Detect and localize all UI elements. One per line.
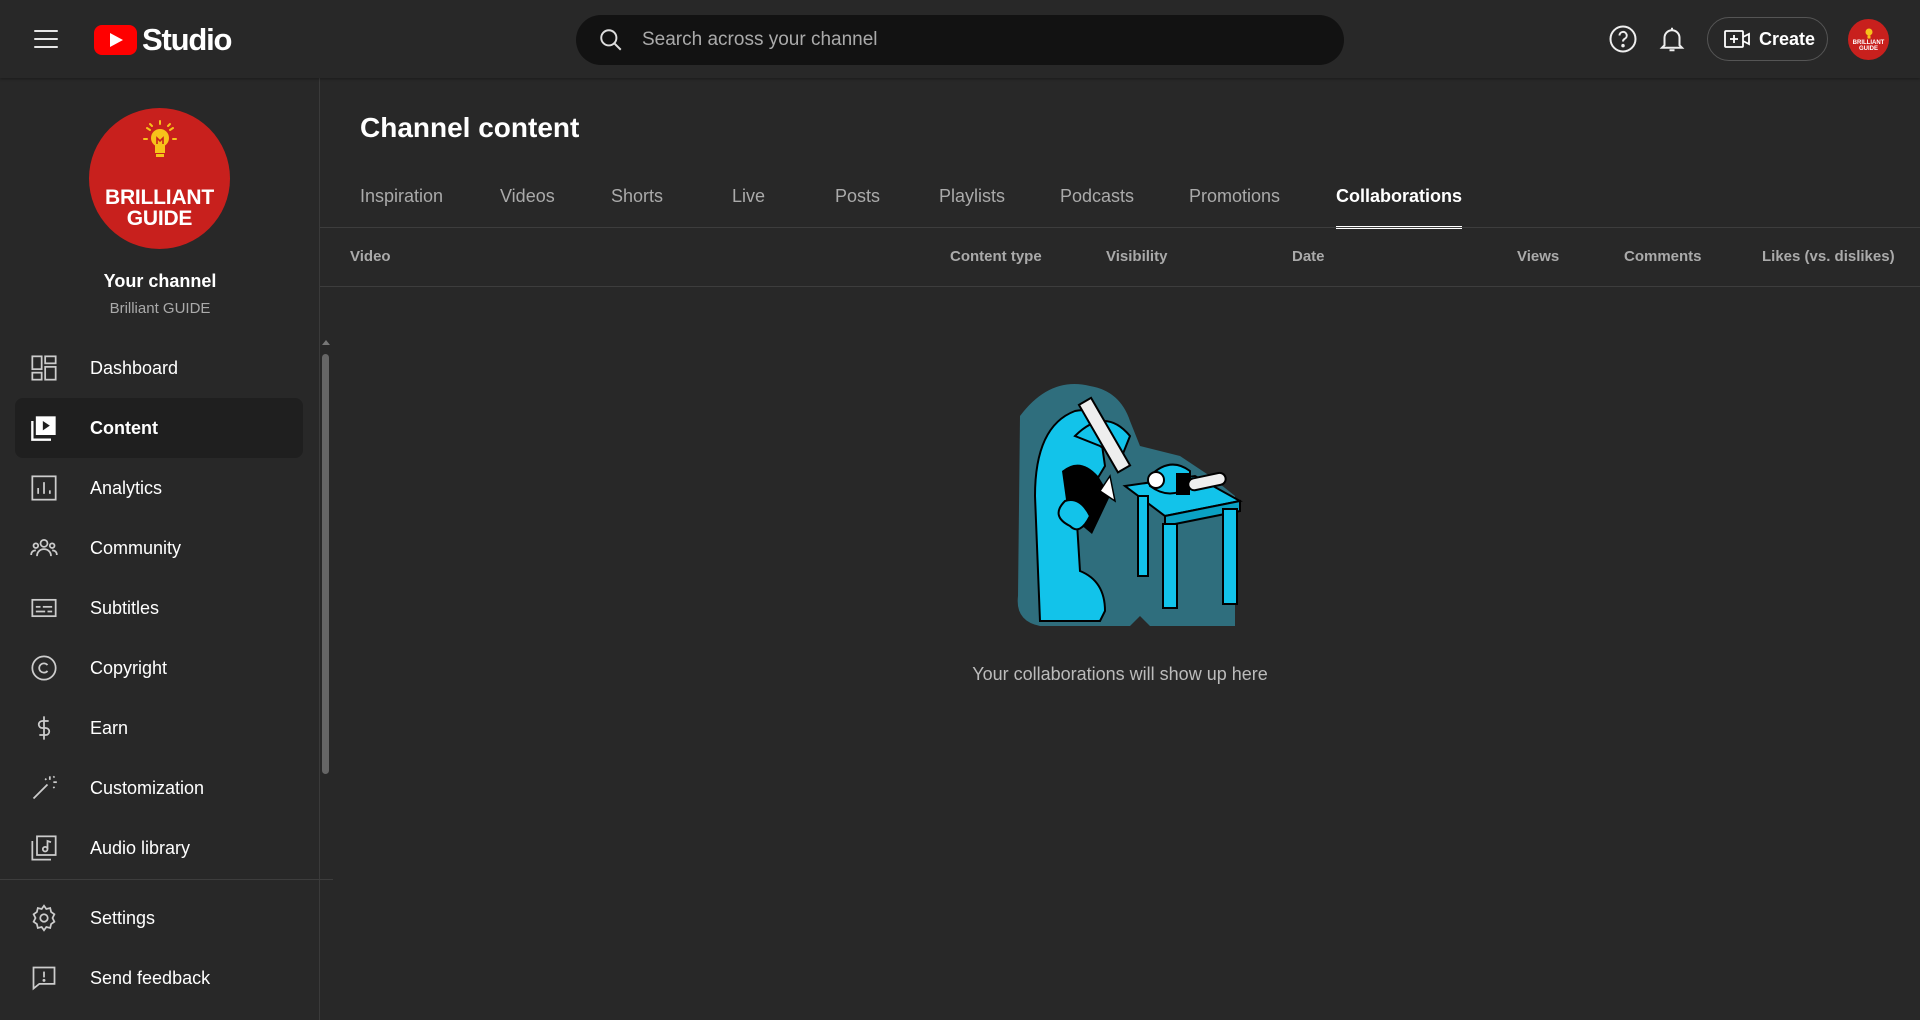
sidebar-item-label: Community [90,537,182,558]
main-content: Channel content Inspiration Videos Short… [320,78,1920,1020]
sidebar-item-label: Audio library [90,837,191,858]
sidebar-item-audio-library[interactable]: Audio library [15,818,303,878]
sidebar-item-customization[interactable]: Customization [15,758,303,818]
sidebar-item-label: Content [90,417,158,438]
tab-live[interactable]: Live [732,186,765,228]
notifications-icon[interactable] [1657,24,1687,54]
sidebar-item-send-feedback[interactable]: Send feedback [15,948,303,1008]
column-header-content-type[interactable]: Content type [950,248,1042,265]
audio-library-icon [31,835,57,861]
column-header-comments[interactable]: Comments [1624,248,1702,265]
settings-icon [32,904,56,932]
empty-state-message: Your collaborations will show up here [972,664,1268,684]
empty-state-illustration [1017,384,1243,626]
column-header-video: Video [350,248,391,265]
menu-icon[interactable] [26,22,66,56]
tabs-divider [320,227,1920,228]
bulb-icon [1865,28,1872,38]
sidebar-item-label: Copyright [90,657,168,678]
page-title: Channel content [360,112,580,143]
customization-icon [32,775,57,800]
feedback-icon [32,966,56,991]
column-header-visibility[interactable]: Visibility [1106,248,1167,265]
sidebar-item-label: Customization [90,777,205,798]
sidebar-item-content[interactable]: Content [15,398,303,458]
top-bar: Studio Create BRILLIANT GUIDE [0,0,1920,78]
analytics-icon [31,475,57,501]
sidebar-divider [0,879,333,880]
subtitles-icon [31,598,57,618]
sidebar-item-label: Send feedback [90,967,211,988]
column-header-likes[interactable]: Likes (vs. dislikes) [1762,248,1895,265]
column-header-date[interactable]: Date [1292,248,1325,265]
sidebar-item-copyright[interactable]: Copyright [15,638,303,698]
your-channel-label[interactable]: Your channel [0,271,320,292]
sidebar-item-label: Earn [90,717,129,738]
channel-avatar-text-1: BRILLIANT [104,186,214,209]
sidebar-item-subtitles[interactable]: Subtitles [15,578,303,638]
tab-collaborations[interactable]: Collaborations [1336,186,1463,229]
search-input[interactable] [642,29,1344,51]
tab-shorts[interactable]: Shorts [611,186,663,228]
content-icon [31,416,56,441]
tab-videos[interactable]: Videos [500,186,555,228]
create-video-icon [1724,30,1750,48]
lightbulb-icon [143,120,177,157]
sidebar-item-community[interactable]: Community [15,518,303,578]
search-icon [600,29,622,51]
sidebar-item-earn[interactable]: Earn [15,698,303,758]
earn-icon [37,716,51,740]
sidebar-item-label: Analytics [90,477,163,498]
search-bar[interactable] [576,15,1344,65]
sidebar-item-dashboard[interactable]: Dashboard [15,338,303,398]
tab-promotions[interactable]: Promotions [1189,186,1280,228]
account-avatar[interactable]: BRILLIANT GUIDE [1848,19,1889,60]
channel-avatar[interactable]: BRILLIANT GUIDE [89,108,230,249]
help-icon[interactable] [1608,24,1638,54]
dashboard-icon [31,355,57,381]
sidebar-item-label: Settings [90,907,156,928]
sidebar: BRILLIANT GUIDE Your channel Brilliant G… [0,78,333,1020]
sidebar-item-settings[interactable]: Settings [15,888,303,948]
tab-inspiration[interactable]: Inspiration [360,186,443,228]
create-button-label: Create [1759,28,1816,49]
account-avatar-text-2: GUIDE [1858,45,1878,52]
youtube-logo-icon [94,25,137,55]
studio-logo-text: Studio [142,22,232,57]
sidebar-item-analytics[interactable]: Analytics [15,458,303,518]
tab-playlists[interactable]: Playlists [939,186,1005,228]
channel-name: Brilliant GUIDE [109,300,211,317]
tab-podcasts[interactable]: Podcasts [1060,186,1134,228]
column-header-views[interactable]: Views [1517,248,1559,265]
community-icon [30,538,58,557]
tab-posts[interactable]: Posts [835,186,880,228]
sidebar-item-label: Dashboard [90,357,179,378]
table-header-divider [320,286,1920,287]
sidebar-item-label: Subtitles [90,597,160,618]
studio-logo[interactable]: Studio [94,22,232,58]
create-button[interactable]: Create [1707,17,1828,61]
channel-avatar-text-2: GUIDE [126,207,193,230]
copyright-icon [31,655,57,681]
